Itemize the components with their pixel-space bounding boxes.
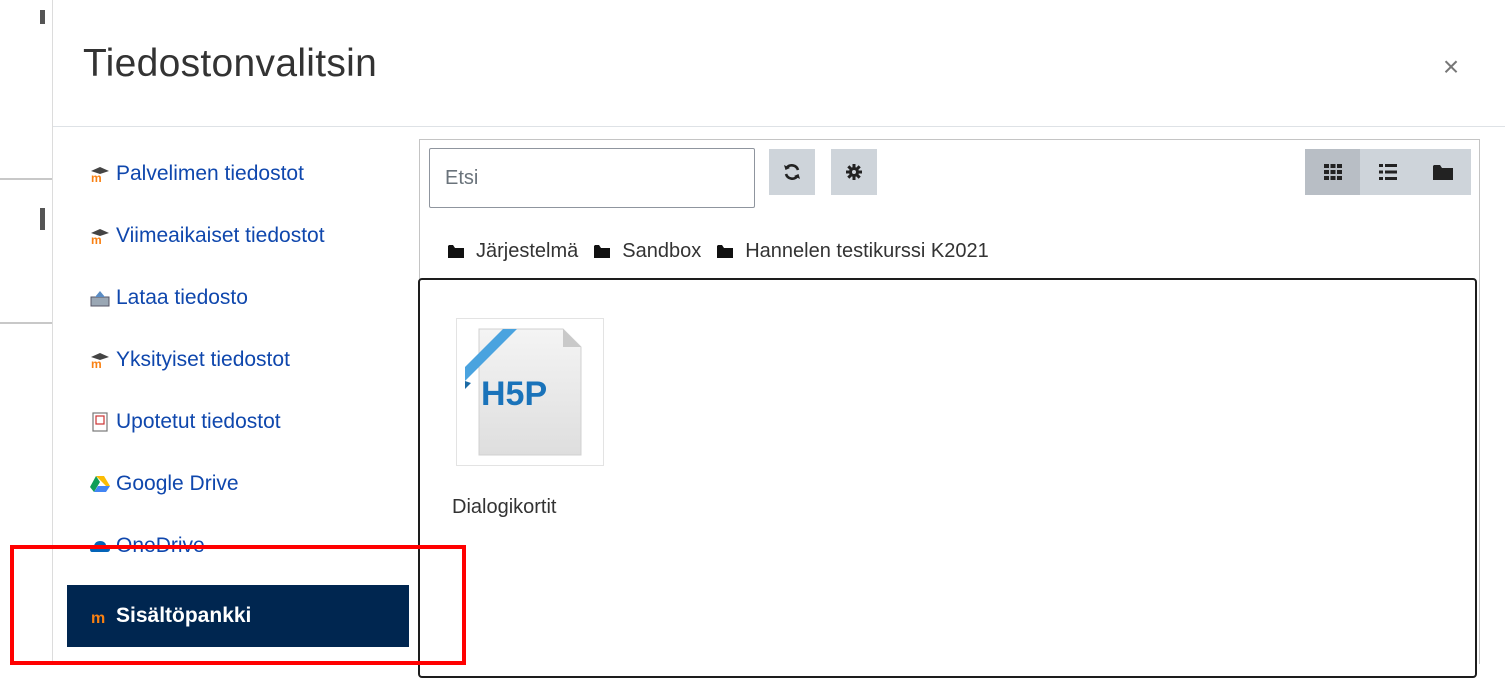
close-button[interactable]: × [1441,53,1461,81]
sidebar-item-label: Viimeaikaiset tiedostot [116,224,325,247]
background-page-edge [0,0,44,663]
list-view-button[interactable] [1360,149,1415,195]
breadcrumb-label: Sandbox [622,240,702,262]
upload-icon [89,287,111,309]
list-view-icon [1378,164,1397,180]
file-name[interactable]: Dialogikortit [452,496,556,519]
background-divider [0,322,52,324]
settings-button[interactable] [831,149,877,195]
sidebar-item-embedded-files[interactable]: Upotetut tiedostot [67,391,409,453]
moodle-icon: m [89,225,111,247]
folder-view-icon [1433,165,1454,180]
breadcrumb-item[interactable]: Hannelen testikurssi K2021 [717,240,989,263]
file-panel: Järjestelmä Sandbox Hannelen testikurssi… [418,139,1480,678]
sidebar-item-label: Sisältöpankki [116,604,252,627]
repository-sidebar: m Palvelimen tiedostot m Viimeaikaiset t… [67,143,409,647]
refresh-icon [784,164,800,180]
breadcrumb-item[interactable]: Järjestelmä [448,240,578,263]
folder-icon [717,245,734,258]
google-drive-icon [89,473,111,495]
file-list-area: H5P Dialogikortit [418,278,1477,678]
svg-text:m: m [91,233,102,245]
file-thumbnail[interactable]: H5P [456,318,604,466]
h5p-file-icon: H5P [465,328,582,456]
breadcrumb: Järjestelmä Sandbox Hannelen testikurssi… [448,240,1005,263]
sidebar-item-label: Lataa tiedosto [116,286,248,309]
folder-view-button[interactable] [1416,149,1471,195]
svg-text:H5P: H5P [481,375,547,413]
sidebar-item-label: OneDrive [116,534,205,557]
dialog-title: Tiedostonvalitsin [83,42,378,85]
file-picker-dialog: Tiedostonvalitsin × m Palvelimen tiedost… [52,0,1505,678]
sidebar-item-google-drive[interactable]: Google Drive [67,453,409,515]
embedded-file-icon [89,411,111,433]
gear-icon [846,164,862,180]
folder-icon [594,245,611,258]
grid-view-icon [1323,164,1342,180]
svg-text:m: m [91,357,102,369]
content-bank-icon: m [89,605,111,627]
sidebar-item-label: Palvelimen tiedostot [116,162,304,185]
background-fragment [40,10,45,24]
dialog-header: Tiedostonvalitsin × [53,0,1505,127]
onedrive-icon [89,535,111,557]
sidebar-item-upload[interactable]: Lataa tiedosto [67,267,409,329]
sidebar-item-label: Yksityiset tiedostot [116,348,290,371]
sidebar-item-onedrive[interactable]: OneDrive [67,515,409,577]
background-divider [0,178,52,180]
sidebar-item-content-bank[interactable]: m Sisältöpankki [67,585,409,647]
sidebar-item-private-files[interactable]: m Yksityiset tiedostot [67,329,409,391]
breadcrumb-label: Järjestelmä [476,240,579,262]
breadcrumb-label: Hannelen testikurssi K2021 [745,240,989,262]
svg-text:m: m [91,610,105,625]
search-input[interactable] [429,148,755,208]
sidebar-item-label: Google Drive [116,472,239,495]
moodle-icon: m [89,349,111,371]
sidebar-item-server-files[interactable]: m Palvelimen tiedostot [67,143,409,205]
refresh-button[interactable] [769,149,815,195]
sidebar-item-label: Upotetut tiedostot [116,410,281,433]
grid-view-button[interactable] [1305,149,1361,195]
breadcrumb-item[interactable]: Sandbox [594,240,701,263]
folder-icon [448,245,464,258]
background-fragment [40,208,45,230]
moodle-icon: m [89,163,111,185]
sidebar-item-recent-files[interactable]: m Viimeaikaiset tiedostot [67,205,409,267]
svg-text:m: m [91,171,102,183]
view-mode-toggle [1305,149,1471,195]
